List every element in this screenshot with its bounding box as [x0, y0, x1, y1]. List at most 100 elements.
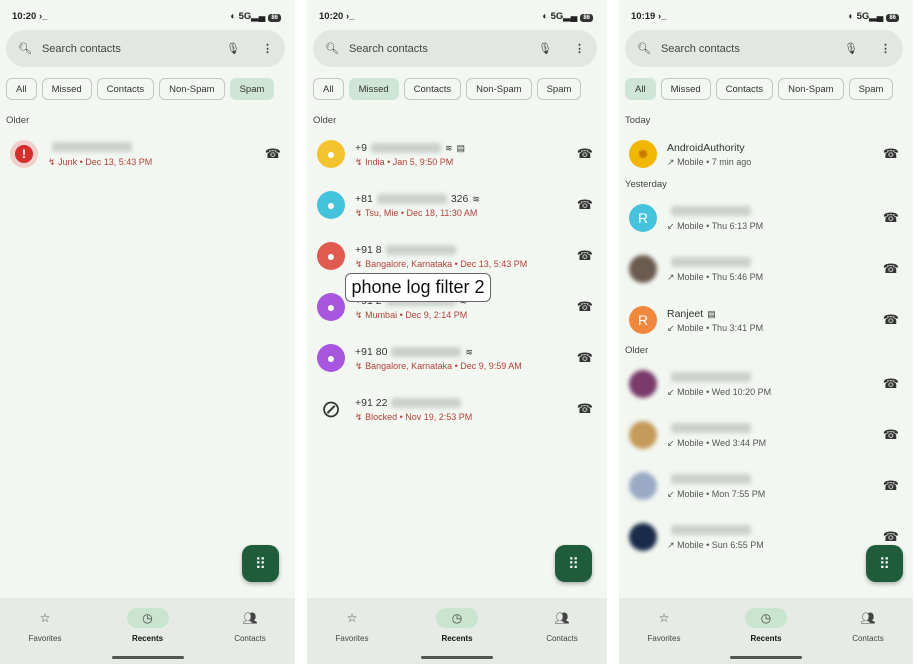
filter-chip-contacts[interactable]: Contacts — [96, 78, 155, 100]
call-log-item[interactable]: ● +9 ≋ ▤ ↯ India • Jan 5, 9:50 PM ☎︎ — [307, 134, 607, 174]
call-log-item[interactable]: ↙ Mobile • Mon 7:55 PM ☎︎ — [619, 466, 913, 506]
call-log-item[interactable]: ↗ Mobile • Thu 5:46 PM ☎︎ — [619, 249, 913, 289]
more-options-icon[interactable]: ⋮ — [262, 42, 273, 55]
call-log-item[interactable]: ↙ Mobile • Wed 3:44 PM ☎︎ — [619, 415, 913, 455]
call-log-item[interactable]: ● +91 8 ↯ Bangalore, Karnataka • Dec 13,… — [307, 236, 607, 276]
phone-icon[interactable]: ☎︎ — [883, 146, 899, 162]
filter-chip-missed[interactable]: Missed — [660, 78, 711, 100]
call-log-item[interactable]: ● +81 326 ≋ ↯ Tsu, Mie • Dec 18, 11:30 AM … — [307, 185, 607, 225]
phone-icon[interactable]: ☎︎ — [883, 427, 899, 443]
search-input[interactable]: Search contacts — [42, 43, 226, 55]
nav-recents[interactable]: ◷ Recents — [108, 608, 188, 643]
section-header: Yesterday — [625, 179, 667, 190]
call-log-item[interactable]: ✹ AndroidAuthority ↗ Mobile • 7 min ago … — [619, 134, 913, 174]
nav-contacts[interactable]: 👥︎ Contacts — [522, 608, 602, 643]
photo-avatar — [629, 370, 657, 398]
nav-label: Recents — [750, 634, 782, 643]
gesture-handle[interactable] — [421, 656, 493, 659]
nav-recents[interactable]: ◷ Recents — [417, 608, 497, 643]
call-log-item[interactable]: ! ↯ Junk • Dec 13, 5:43 PM ☎︎ — [0, 134, 295, 174]
wifi-call-icon: ≋ — [472, 193, 480, 204]
call-meta: ↙ Mobile • Wed 3:44 PM — [667, 438, 766, 449]
nav-label: Contacts — [234, 634, 266, 643]
nav-favorites[interactable]: ☆ Favorites — [312, 608, 392, 643]
phone-icon[interactable]: ☎︎ — [577, 248, 593, 264]
filter-chip-all[interactable]: All — [6, 78, 37, 100]
mic-icon[interactable]: 🎙︎ — [226, 42, 240, 55]
contacts-icon: 👥︎ — [242, 611, 258, 625]
call-details: Junk • Dec 13, 5:43 PM — [58, 157, 153, 167]
phone-screen: 10:19 ›_ ◐ 5G▂▄ 86 🔍︎ Search contacts 🎙︎ ⋮ A… — [619, 0, 913, 664]
call-log-item[interactable]: R Ranjeet ▤ ↙ Mobile • Thu 3:41 PM ☎︎ — [619, 300, 913, 340]
letter-avatar: R — [629, 306, 657, 334]
call-log-item[interactable]: ● +91 80 ≋ ↯ Bangalore, Karnataka • Dec 9… — [307, 338, 607, 378]
photo-avatar — [629, 421, 657, 449]
phone-icon[interactable]: ☎︎ — [577, 197, 593, 213]
star-icon: ☆ — [658, 611, 670, 625]
phone-icon[interactable]: ☎︎ — [883, 261, 899, 277]
clock-icon: ◷ — [126, 608, 169, 628]
contact-name-line — [667, 372, 751, 382]
phone-icon[interactable]: ☎︎ — [577, 299, 593, 315]
filter-chip-spam[interactable]: Spam — [229, 78, 275, 100]
phone-icon[interactable]: ☎︎ — [883, 478, 899, 494]
filter-chip-missed[interactable]: Missed — [41, 78, 92, 100]
incoming-call-icon: ↙ — [667, 221, 675, 231]
nav-favorites[interactable]: ☆ Favorites — [5, 608, 85, 643]
more-options-icon[interactable]: ⋮ — [880, 42, 891, 55]
filter-chip-non-spam[interactable]: Non-Spam — [159, 78, 225, 100]
search-input[interactable]: Search contacts — [349, 43, 538, 55]
search-icon: 🔍︎ — [18, 43, 32, 55]
filter-chip-contacts[interactable]: Contacts — [403, 78, 462, 100]
nav-contacts[interactable]: 👥︎ Contacts — [828, 608, 908, 643]
gesture-handle[interactable] — [730, 656, 802, 659]
phone-icon[interactable]: ☎︎ — [883, 312, 899, 328]
call-details: Mobile • Thu 6:13 PM — [677, 221, 764, 231]
filter-chip-all[interactable]: All — [625, 78, 656, 100]
filter-chip-non-spam[interactable]: Non-Spam — [778, 78, 844, 100]
filter-chip-contacts[interactable]: Contacts — [715, 78, 774, 100]
filter-chip-all[interactable]: All — [313, 78, 344, 100]
person-avatar-icon: ● — [317, 140, 345, 168]
phone-icon[interactable]: ☎︎ — [883, 529, 899, 545]
signal-icon: ▂▄ — [251, 10, 266, 22]
dialpad-button[interactable]: ⠿ — [555, 545, 592, 582]
dialpad-button[interactable]: ⠿ — [242, 545, 279, 582]
phone-icon[interactable]: ☎︎ — [883, 210, 899, 226]
mic-icon[interactable]: 🎙︎ — [538, 42, 552, 55]
filter-chip-spam[interactable]: Spam — [536, 78, 582, 100]
nav-label: Favorites — [28, 634, 62, 643]
contact-name-line: Ranjeet ▤ — [667, 308, 716, 320]
more-options-icon[interactable]: ⋮ — [574, 42, 585, 55]
phone-icon[interactable]: ☎︎ — [577, 350, 593, 366]
contact-name: +91 8 — [355, 244, 382, 256]
mic-icon[interactable]: 🎙︎ — [844, 42, 858, 55]
filter-chip-non-spam[interactable]: Non-Spam — [466, 78, 532, 100]
call-log-item[interactable]: R ↙ Mobile • Thu 6:13 PM ☎︎ — [619, 198, 913, 238]
contacts-icon: 👥︎ — [860, 611, 876, 625]
nav-label: Recents — [441, 634, 473, 643]
search-bar[interactable]: 🔍︎ Search contacts 🎙︎ ⋮ — [625, 30, 903, 67]
nav-favorites[interactable]: ☆ Favorites — [624, 608, 704, 643]
filter-chip-missed[interactable]: Missed — [348, 78, 399, 100]
search-bar[interactable]: 🔍︎ Search contacts 🎙︎ ⋮ — [313, 30, 597, 67]
photo-avatar — [629, 472, 657, 500]
phone-icon[interactable]: ☎︎ — [883, 376, 899, 392]
call-log-item[interactable]: ⊘ +91 22 ↯ Blocked • Nov 19, 2:53 PM ☎︎ — [307, 389, 607, 429]
call-meta: ↗ Mobile • Thu 5:46 PM — [667, 272, 763, 283]
nav-recents[interactable]: ◷ Recents — [726, 608, 806, 643]
gesture-handle[interactable] — [111, 656, 184, 659]
filter-chip-spam[interactable]: Spam — [848, 78, 894, 100]
call-details: Mobile • 7 min ago — [677, 157, 752, 167]
dialpad-button[interactable]: ⠿ — [866, 545, 903, 582]
search-input[interactable]: Search contacts — [661, 43, 844, 55]
phone-icon[interactable]: ☎︎ — [265, 146, 281, 162]
search-bar[interactable]: 🔍︎ Search contacts 🎙︎ ⋮ — [6, 30, 285, 67]
call-details: Blocked • Nov 19, 2:53 PM — [365, 412, 473, 422]
nav-contacts[interactable]: 👥︎ Contacts — [210, 608, 290, 643]
call-log-item[interactable]: ↙ Mobile • Wed 10:20 PM ☎︎ — [619, 364, 913, 404]
nav-label: Favorites — [647, 634, 681, 643]
redacted-name — [385, 245, 456, 255]
phone-icon[interactable]: ☎︎ — [577, 146, 593, 162]
phone-icon[interactable]: ☎︎ — [577, 401, 593, 417]
